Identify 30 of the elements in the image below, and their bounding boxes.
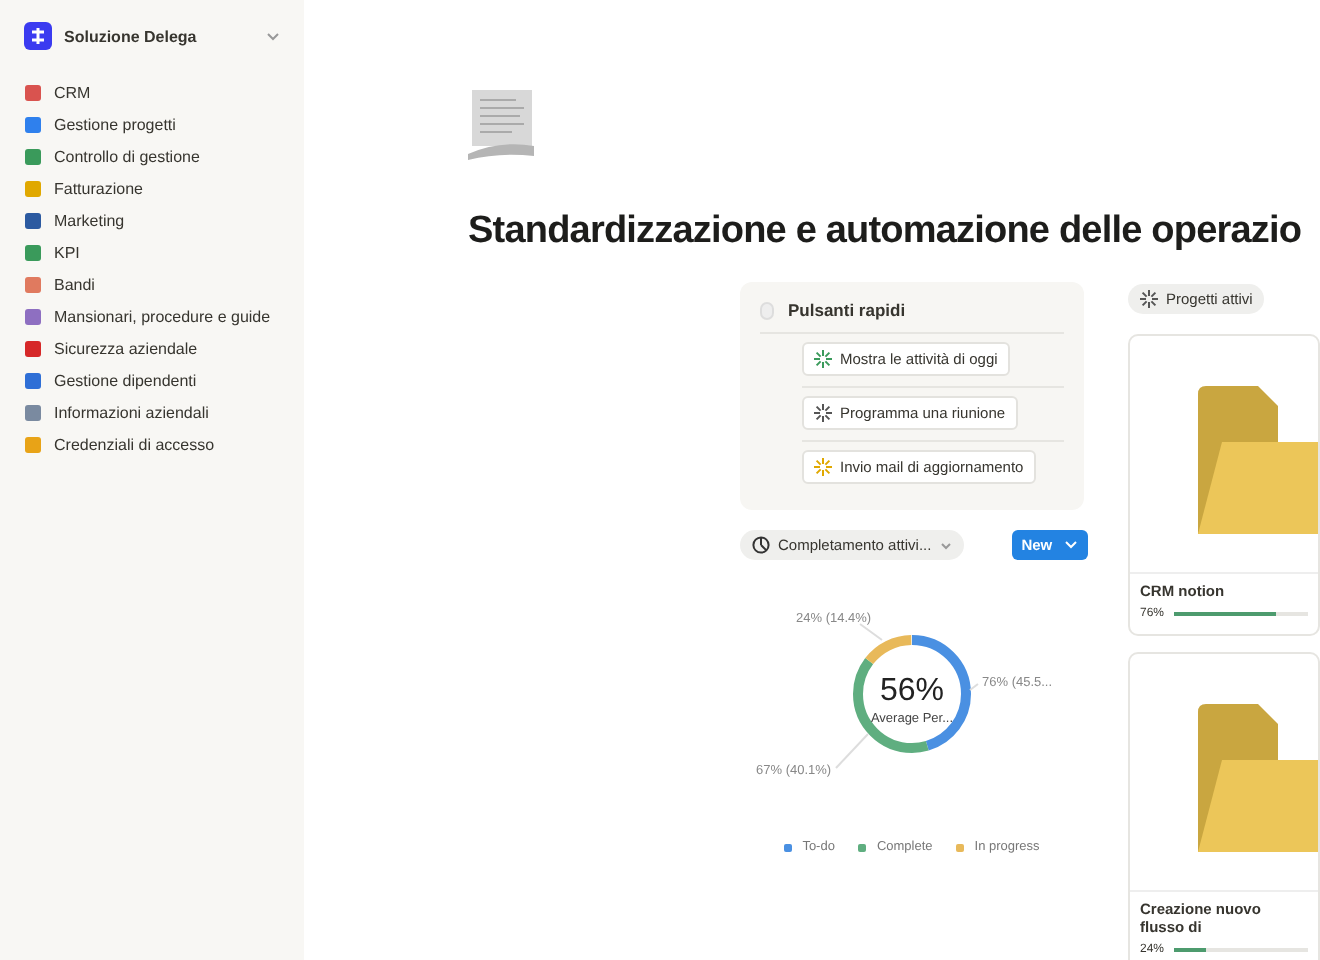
sidebar-item[interactable]: Gestione progetti bbox=[16, 108, 288, 140]
chevron-down-icon bbox=[1064, 540, 1079, 550]
sidebar-item[interactable]: Gestione dipendenti bbox=[16, 364, 288, 396]
sidebar-item[interactable]: KPI bbox=[16, 236, 288, 268]
sidebar-item[interactable]: Controllo di gestione bbox=[16, 140, 288, 172]
sidebar-item[interactable]: Fatturazione bbox=[16, 172, 288, 204]
chevron-down-icon bbox=[939, 541, 952, 549]
sidebar-item[interactable]: CRM bbox=[16, 76, 288, 108]
pie-chart-icon bbox=[752, 536, 770, 554]
sparkle-icon bbox=[814, 404, 832, 422]
leader-line bbox=[835, 733, 869, 769]
quick-buttons-title: Pulsanti rapidi bbox=[788, 300, 906, 320]
sidebar-item[interactable]: Credenziali di accesso bbox=[16, 428, 288, 460]
sparkle-icon bbox=[814, 458, 832, 476]
sparkle-icon bbox=[814, 350, 832, 368]
leader-line bbox=[969, 683, 979, 691]
sidebar-item[interactable]: Marketing bbox=[16, 204, 288, 236]
workspace-name[interactable]: Soluzione Delega bbox=[64, 27, 254, 45]
leader-line bbox=[859, 623, 883, 641]
sidebar-item[interactable]: Informazioni aziendali bbox=[16, 396, 288, 428]
sparkle-icon bbox=[1140, 290, 1158, 308]
center-value: 56% bbox=[879, 674, 945, 708]
toggle-icon[interactable] bbox=[760, 301, 774, 319]
page-title: Standardizzazione e automazione delle operazio bbox=[468, 210, 1304, 254]
sidebar-item[interactable]: Sicurezza aziendale bbox=[16, 332, 288, 364]
sidebar-item[interactable]: Mansionari, procedure e guide bbox=[16, 300, 288, 332]
sidebar-item[interactable]: Bandi bbox=[16, 268, 288, 300]
chevron-down-icon[interactable] bbox=[266, 31, 280, 41]
scroll-document-icon bbox=[468, 88, 536, 160]
workspace-logo-icon bbox=[24, 22, 52, 50]
